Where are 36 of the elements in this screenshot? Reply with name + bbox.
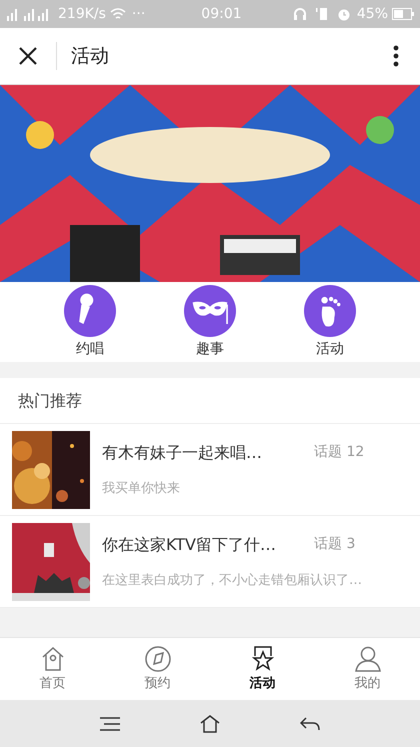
close-icon (18, 46, 38, 66)
footprint-icon (304, 284, 356, 336)
more-notifications: ··· (132, 4, 146, 24)
tab-bar-item[interactable]: 我的 (315, 638, 420, 700)
compass-icon (142, 644, 172, 674)
category-button[interactable]: 活动 (290, 284, 370, 360)
headset-icon (292, 7, 307, 21)
menu-icon (100, 716, 120, 730)
tab-bar-item[interactable]: 预约 (105, 638, 210, 700)
topic-item[interactable]: 你在这家KTV留下了什… 话题 3 在这里表白成功了，不小心走错包厢认识了… (0, 516, 420, 608)
battery-percent: 45% (356, 4, 388, 24)
category-button[interactable]: 趣事 (170, 284, 250, 360)
section-title: 热门推荐 (18, 390, 82, 412)
wifi-icon (110, 7, 126, 21)
topic-count: 话题 3 (314, 535, 356, 554)
alarm-icon (336, 7, 351, 21)
page-title: 活动 (71, 44, 109, 69)
topic-title: 你在这家KTV留下了什… (102, 534, 277, 556)
tab-bar-item[interactable]: 活动 (210, 638, 315, 700)
user-icon (352, 644, 382, 674)
topic-item[interactable]: 有木有妹子一起来唱… 话题 12 我买单你快来 (0, 424, 420, 516)
clock: 09:01 (201, 4, 242, 24)
tab-bar-item[interactable]: 首页 (0, 638, 105, 700)
battery-icon (392, 8, 414, 20)
topic-count: 话题 12 (314, 443, 364, 462)
category-button[interactable]: 约唱 (50, 284, 130, 360)
more-icon (393, 45, 399, 67)
back-icon (300, 716, 320, 730)
home-icon (200, 714, 220, 732)
vibrate-icon (314, 7, 329, 21)
network-speed: 219K/s (58, 4, 106, 24)
topic-subtitle: 在这里表白成功了，不小心走错包厢认识了… (102, 572, 363, 590)
microphone-icon (64, 284, 116, 336)
topic-subtitle: 我买单你快来 (102, 480, 181, 498)
topic-title: 有木有妹子一起来唱… (102, 442, 263, 464)
mask-icon (184, 284, 236, 336)
